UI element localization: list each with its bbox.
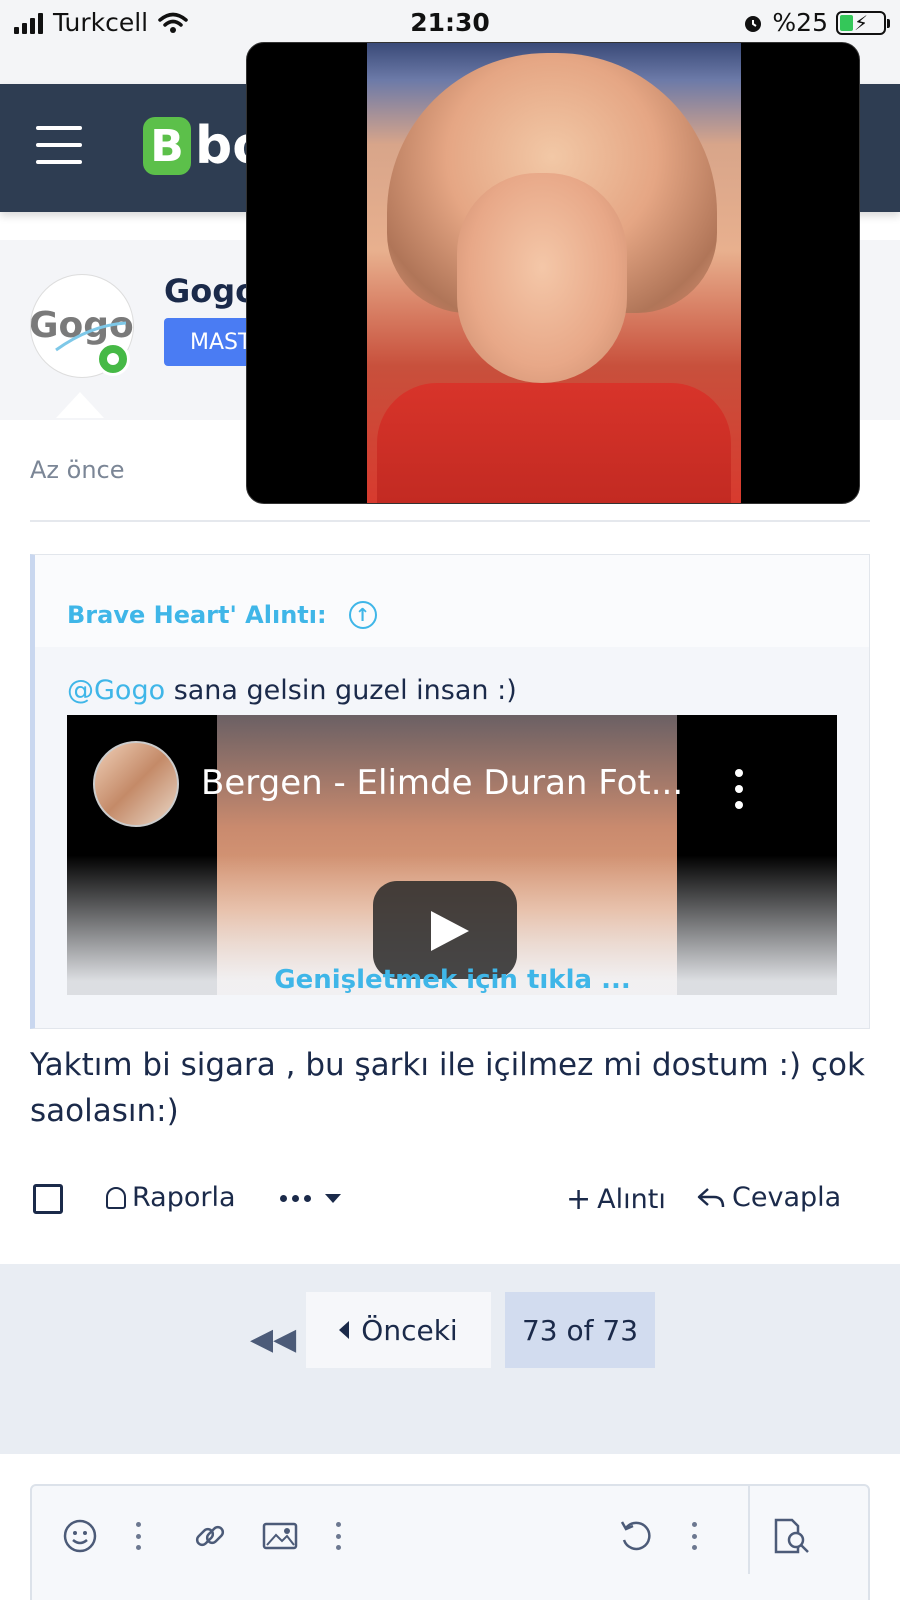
menu-icon[interactable]	[36, 126, 82, 164]
post-actions: Raporla + Alıntı Cevapla	[30, 1164, 870, 1234]
quote-label: Alıntı	[597, 1184, 666, 1215]
reply-editor-area	[0, 1454, 900, 1600]
quote-block: Brave Heart' Alıntı: ↑ @Gogo sana gelsin…	[30, 554, 870, 1029]
prev-page-button[interactable]: Önceki	[306, 1292, 491, 1368]
expand-quote-link[interactable]: Genişletmek için tıkla ...	[35, 965, 870, 995]
embedded-video[interactable]: Bergen - Elimde Duran Fot...	[67, 715, 837, 995]
report-label: Raporla	[132, 1182, 236, 1213]
quote-body: @Gogo sana gelsin guzel insan :)	[35, 647, 869, 706]
prev-page-label: Önceki	[361, 1313, 458, 1347]
chevron-left-icon	[339, 1321, 350, 1339]
quote-button[interactable]: + Alıntı	[566, 1182, 666, 1217]
reply-button[interactable]: Cevapla	[696, 1182, 841, 1213]
user-mention[interactable]: @Gogo	[67, 675, 165, 706]
bell-icon	[106, 1186, 126, 1209]
toolbar-separator	[748, 1486, 750, 1574]
post-timestamp[interactable]: Az önce	[30, 456, 125, 484]
pip-video-subject-face	[457, 173, 627, 383]
online-status-icon	[96, 342, 130, 376]
pagination: ◀◀ Önceki 73 of 73	[0, 1264, 900, 1454]
link-icon[interactable]	[190, 1516, 230, 1556]
chevron-down-icon	[325, 1194, 341, 1203]
pip-video-player[interactable]	[246, 42, 860, 504]
toolbar-more-icon-3[interactable]	[692, 1522, 698, 1550]
report-button[interactable]: Raporla	[106, 1182, 236, 1213]
toolbar-more-icon-2[interactable]	[336, 1522, 342, 1550]
more-horizontal-icon	[280, 1195, 311, 1202]
toolbar-more-icon[interactable]	[136, 1522, 142, 1550]
quote-header[interactable]: Brave Heart' Alıntı: ↑	[35, 555, 869, 647]
plus-icon: +	[566, 1182, 592, 1217]
page-indicator[interactable]: 73 of 73	[505, 1292, 655, 1368]
reply-label: Cevapla	[732, 1182, 842, 1213]
status-right: %25 ⚡	[742, 8, 890, 37]
battery-percent: %25	[772, 8, 828, 37]
first-page-button[interactable]: ◀◀	[250, 1322, 296, 1357]
channel-avatar[interactable]	[93, 741, 179, 827]
post-divider	[30, 520, 870, 522]
user-rank-badge: MAST	[164, 318, 254, 366]
arrow-up-icon[interactable]: ↑	[348, 601, 377, 629]
post-message: Yaktım bi sigara , bu şarkı ile içilmez …	[30, 1047, 865, 1129]
logo-mark: B	[143, 117, 191, 175]
image-icon[interactable]	[260, 1516, 300, 1556]
smile-icon[interactable]	[60, 1516, 100, 1556]
quote-text: sana gelsin guzel insan :)	[165, 675, 517, 706]
preview-icon[interactable]	[772, 1516, 812, 1556]
battery-icon: ⚡	[836, 10, 890, 35]
more-vertical-icon[interactable]	[729, 769, 749, 809]
undo-icon[interactable]	[616, 1516, 656, 1556]
alarm-icon	[745, 15, 762, 32]
reply-icon	[697, 1187, 725, 1207]
select-checkbox[interactable]	[33, 1184, 63, 1214]
post-pointer	[56, 392, 104, 418]
video-title[interactable]: Bergen - Elimde Duran Fot...	[201, 763, 721, 803]
more-options-button[interactable]	[280, 1194, 341, 1203]
reply-editor[interactable]	[30, 1484, 870, 1600]
username[interactable]: Gogo	[164, 272, 257, 310]
quote-author-label[interactable]: Brave Heart' Alıntı:	[67, 601, 327, 629]
pip-video-subject-shirt	[377, 383, 731, 503]
